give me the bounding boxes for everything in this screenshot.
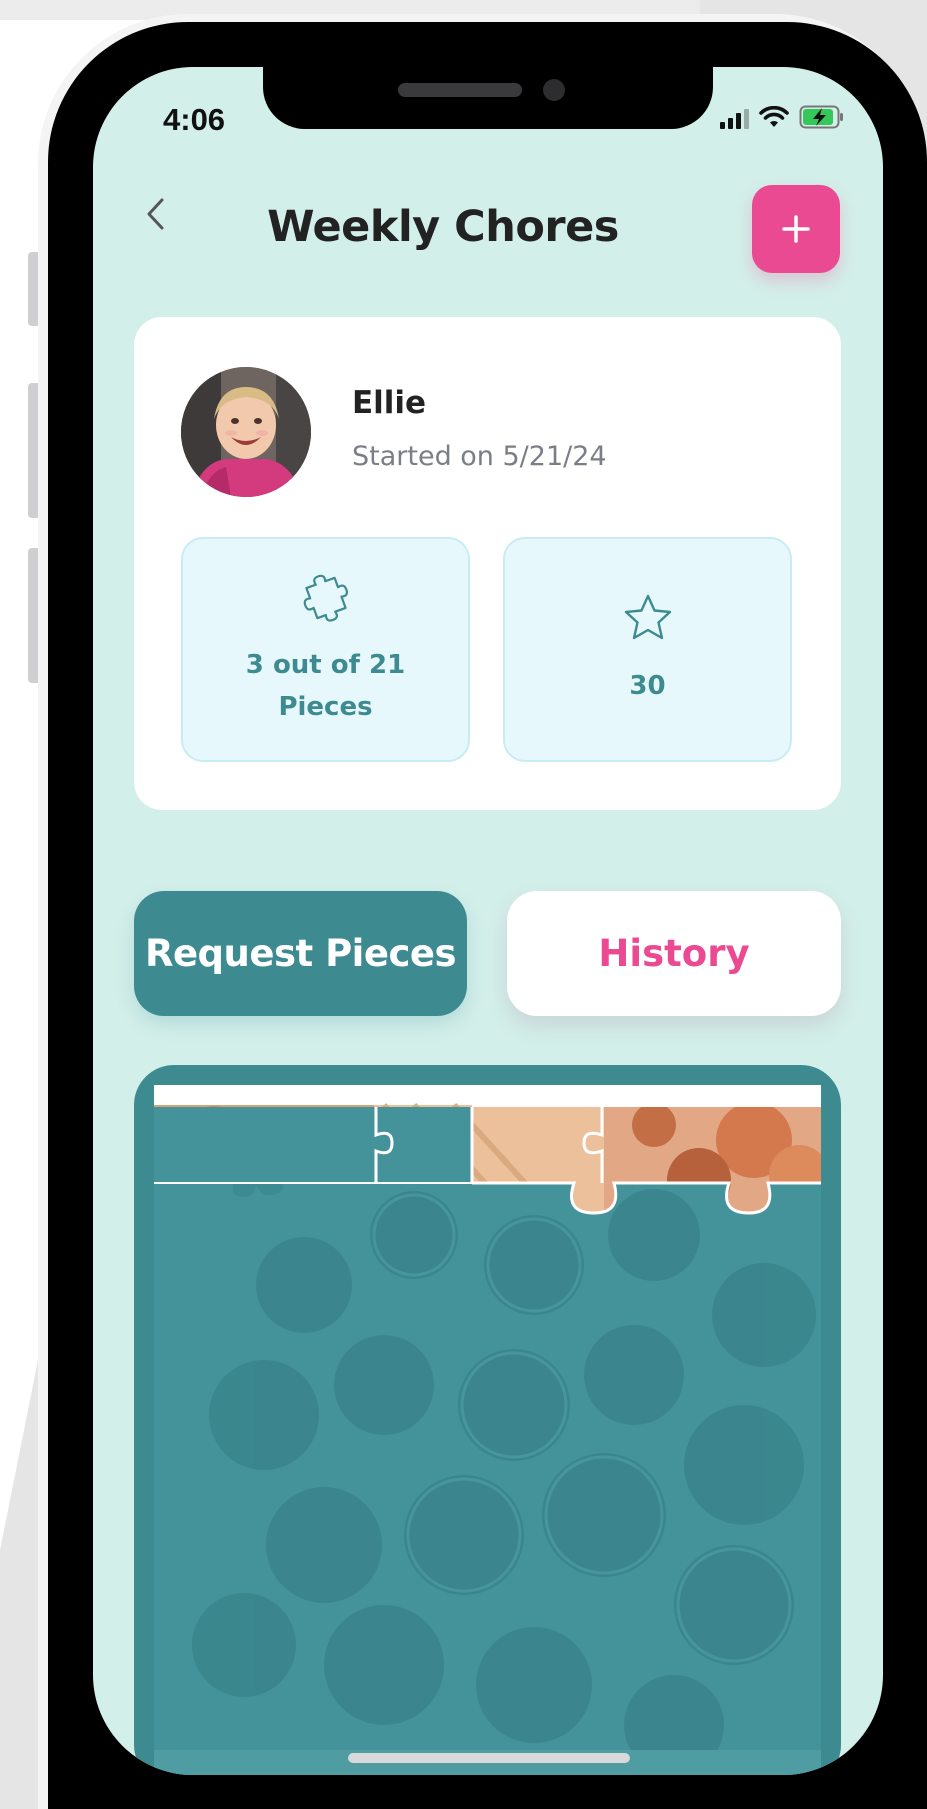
add-chore-button[interactable]: [752, 185, 840, 273]
battery-charging-icon: [799, 105, 845, 129]
phone-notch: [263, 67, 713, 129]
home-indicator[interactable]: [348, 1753, 630, 1763]
phone-screen: 4:06 Weekly Chores Ellie Started on 5/21…: [93, 67, 883, 1775]
pieces-stat: 3 out of 21 Pieces: [181, 537, 470, 762]
front-camera: [543, 79, 565, 101]
puzzle-image: [154, 1085, 821, 1775]
puzzle-piece-icon: [303, 574, 348, 622]
child-avatar-photo: [181, 367, 311, 497]
chevron-left-icon: [147, 198, 164, 230]
start-date: Started on 5/21/24: [352, 441, 607, 472]
stars-stat: 30: [503, 537, 792, 762]
cellular-signal-icon: [720, 105, 749, 129]
child-name: Ellie: [352, 385, 427, 421]
request-pieces-button[interactable]: Request Pieces: [134, 891, 467, 1016]
profile-card: Ellie Started on 5/21/24 3 out of 21 Pie…: [134, 317, 841, 810]
wifi-icon: [759, 106, 789, 128]
puzzle-board: [134, 1065, 841, 1775]
star-icon: [624, 594, 671, 639]
history-button[interactable]: History: [507, 891, 841, 1016]
stars-count: 30: [629, 670, 666, 701]
page-title: Weekly Chores: [267, 202, 619, 252]
status-time: 4:06: [163, 102, 226, 137]
speaker-grille: [398, 83, 522, 97]
avatar[interactable]: [181, 367, 311, 497]
plus-icon: [782, 215, 810, 243]
back-button[interactable]: [135, 189, 175, 239]
pieces-label: 3 out of 21 Pieces: [245, 649, 406, 722]
status-icons: [720, 105, 845, 129]
